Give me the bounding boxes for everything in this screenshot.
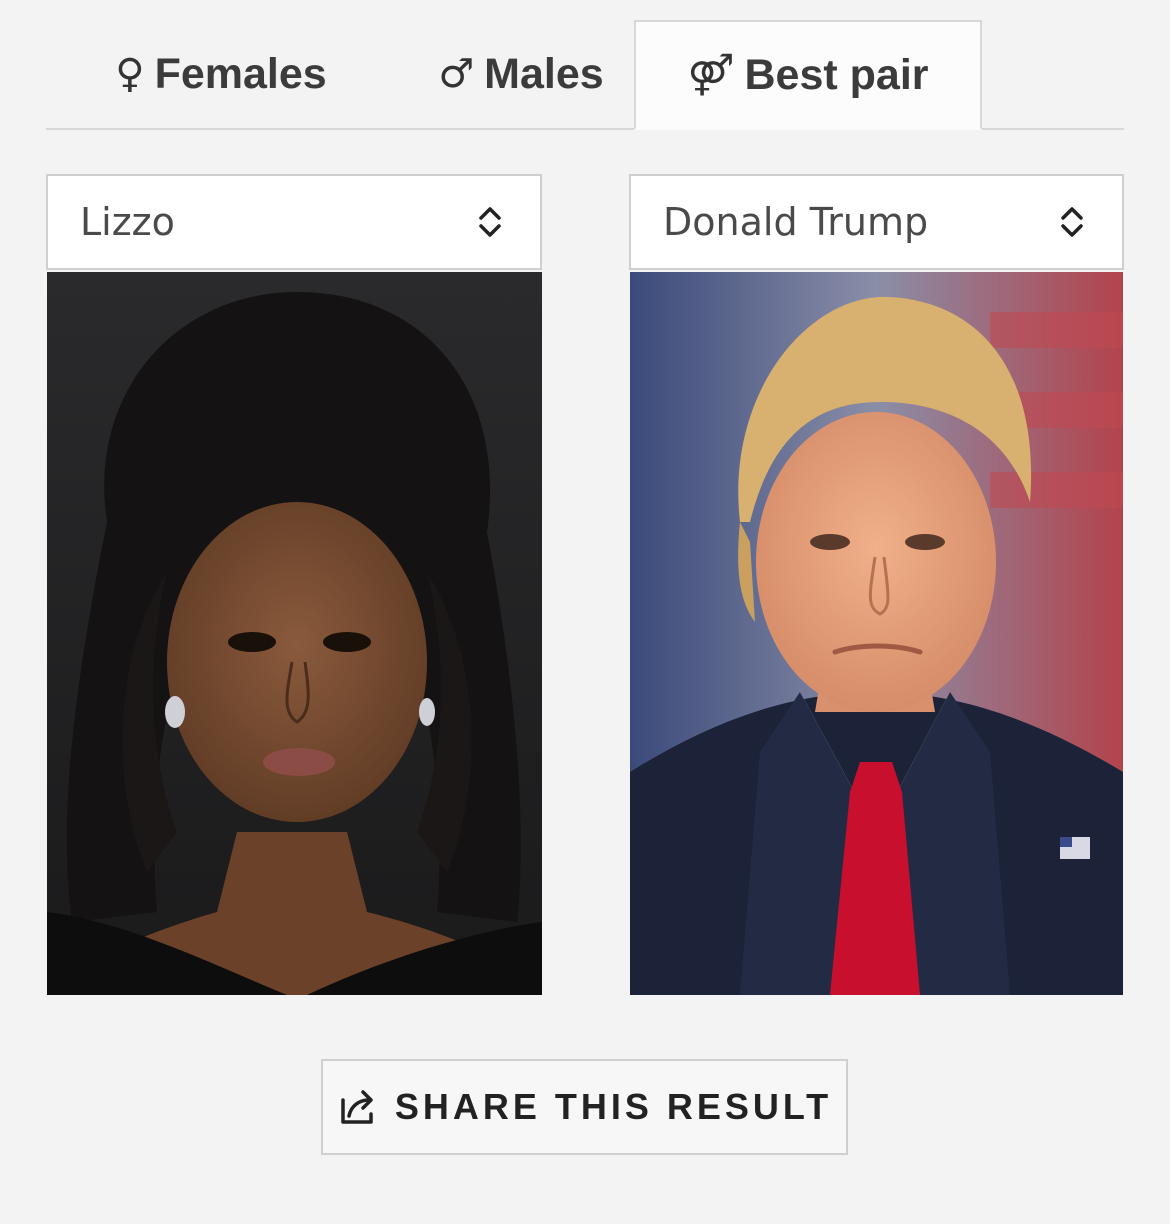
share-result-label: SHARE THIS RESULT xyxy=(394,1086,833,1127)
tab-females-label: Females xyxy=(154,49,327,98)
female-select[interactable]: Lizzo xyxy=(46,174,542,270)
share-result-button[interactable]: SHARE THIS RESULT xyxy=(321,1059,848,1155)
chevron-updown-icon xyxy=(460,192,520,252)
tab-males[interactable]: ♂ Males xyxy=(396,20,646,128)
male-select-value: Donald Trump xyxy=(663,200,929,244)
female-portrait-photo xyxy=(47,272,542,995)
male-symbol-icon: ♂ xyxy=(438,51,475,97)
tab-males-label: Males xyxy=(484,49,604,98)
share-icon xyxy=(337,1085,381,1129)
male-portrait-photo xyxy=(630,272,1123,995)
male-select[interactable]: Donald Trump xyxy=(629,174,1124,270)
tab-females[interactable]: ♀ Females xyxy=(76,20,366,128)
pair-symbol-icon: ⚤ xyxy=(687,52,735,98)
chevron-updown-icon xyxy=(1042,192,1102,252)
tab-best-pair[interactable]: ⚤ Best pair xyxy=(634,20,982,130)
female-symbol-icon: ♀ xyxy=(115,51,145,97)
gender-tabs: ♀ Females ♂ Males ⚤ Best pair xyxy=(46,20,1124,130)
female-select-value: Lizzo xyxy=(80,200,175,244)
tab-best-pair-label: Best pair xyxy=(744,50,929,99)
